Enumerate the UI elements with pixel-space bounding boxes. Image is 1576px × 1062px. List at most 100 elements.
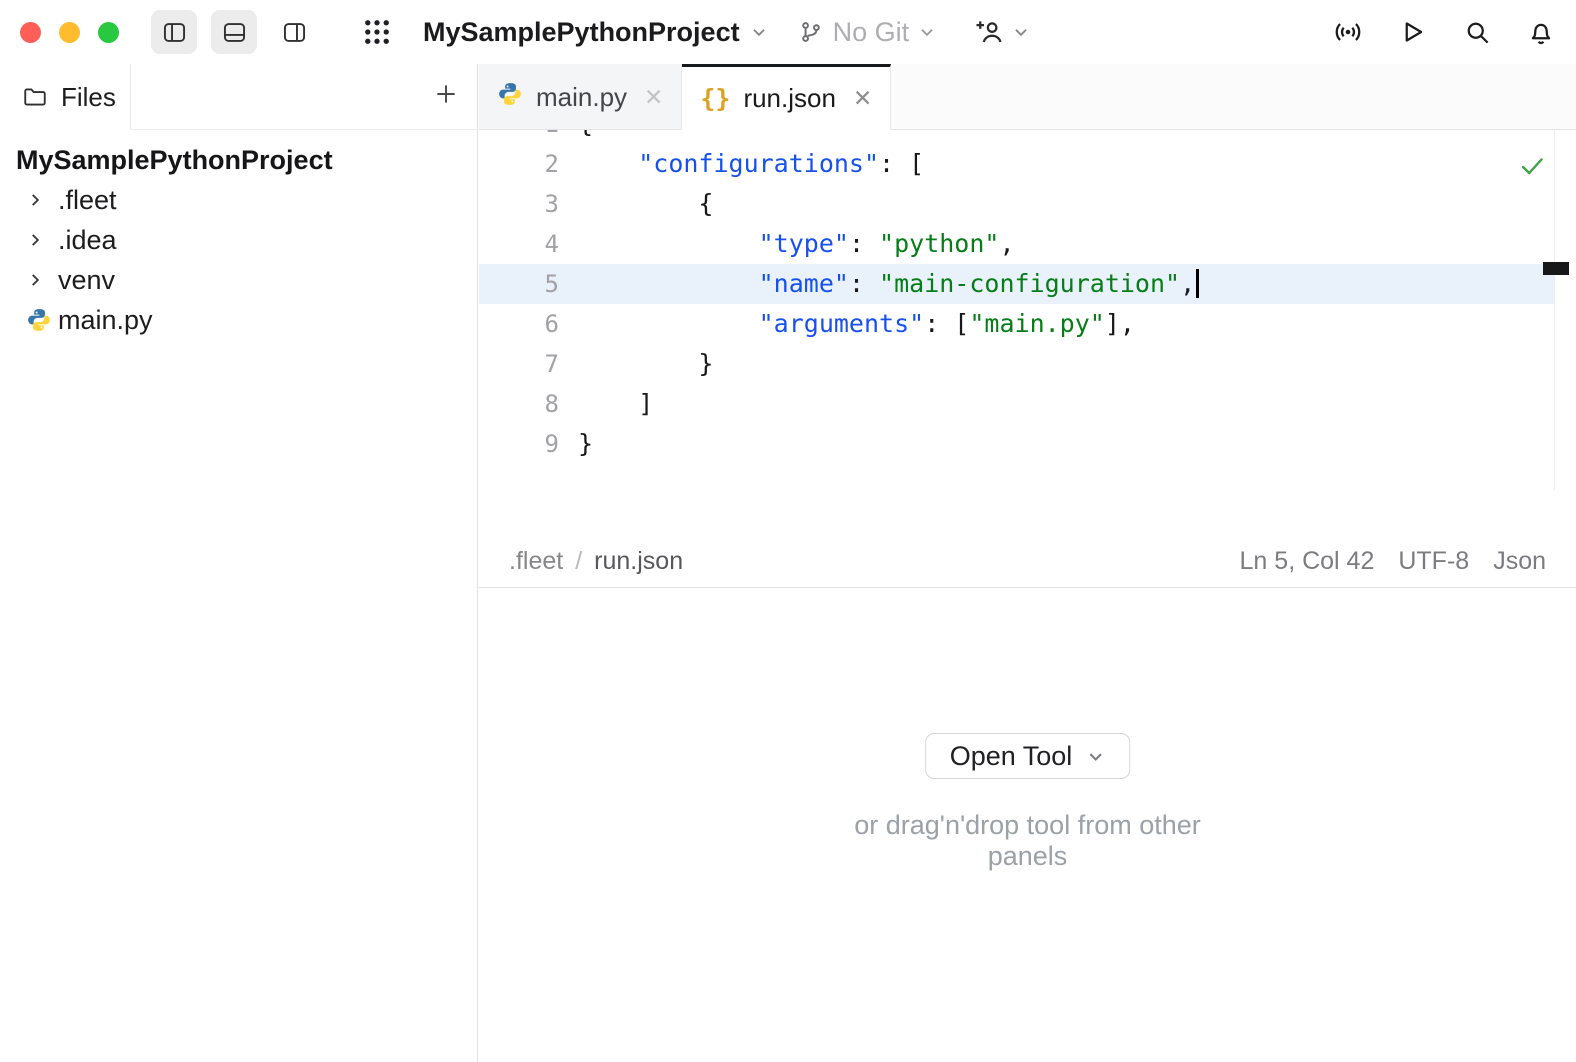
- file-tree-item[interactable]: main.py: [0, 300, 477, 340]
- fleet-window: MySamplePythonProject No Git: [0, 0, 1576, 1062]
- line-number: 6: [479, 304, 559, 344]
- breadcrumb-file[interactable]: run.json: [594, 547, 683, 576]
- code-text: "arguments": ["main.py"],: [578, 304, 1135, 344]
- file-tree: MySamplePythonProject .fleet .idea venv …: [0, 130, 477, 340]
- project-name: MySamplePythonProject: [423, 17, 740, 48]
- tool-panel: Open Tool or drag'n'drop tool from other…: [479, 588, 1576, 1062]
- chevron-down-icon: [1012, 23, 1030, 41]
- python-icon: [497, 81, 523, 114]
- search-button[interactable]: [1462, 17, 1492, 47]
- bottom-panel-icon: [221, 19, 248, 46]
- project-switcher[interactable]: MySamplePythonProject: [423, 17, 768, 48]
- encoding-widget[interactable]: UTF-8: [1398, 547, 1469, 576]
- close-icon[interactable]: ✕: [644, 84, 663, 111]
- chevron-right-icon: [26, 191, 44, 209]
- file-tree-item[interactable]: .fleet: [0, 180, 477, 220]
- window-close-button[interactable]: [20, 22, 41, 43]
- grid-dots-icon: [362, 17, 392, 47]
- file-tree-item[interactable]: venv: [0, 260, 477, 300]
- code-line[interactable]: 2 "configurations": [: [479, 144, 1554, 184]
- file-tree-item-label: .idea: [58, 225, 117, 256]
- editor-statusbar: .fleet / run.json Ln 5, Col 42 UTF-8 Jso…: [479, 536, 1576, 588]
- toggle-right-panel-button[interactable]: [271, 10, 317, 54]
- open-tool-button[interactable]: Open Tool: [925, 733, 1131, 779]
- code-text: }: [578, 344, 713, 384]
- text-cursor: [1196, 269, 1199, 298]
- chevron-down-icon: [1086, 747, 1105, 766]
- title-bar: MySamplePythonProject No Git: [0, 0, 1576, 64]
- editor-scrollbar-track: [1554, 130, 1555, 490]
- git-branch-icon: [798, 19, 824, 45]
- caret-position-widget[interactable]: Ln 5, Col 42: [1240, 547, 1375, 576]
- broadcast-button[interactable]: [1332, 16, 1364, 48]
- code-line[interactable]: 4 "type": "python",: [479, 224, 1554, 264]
- window-zoom-button[interactable]: [98, 22, 119, 43]
- tool-panel-hint: or drag'n'drop tool from other panels: [813, 810, 1243, 872]
- line-number: 9: [479, 424, 559, 464]
- file-tree-item-label: venv: [58, 265, 115, 296]
- file-tree-item-label: main.py: [58, 305, 153, 336]
- code-line[interactable]: 8 ]: [479, 384, 1554, 424]
- code-text: ]: [578, 384, 653, 424]
- files-header-spacer: [131, 64, 477, 130]
- code-text: }: [578, 424, 593, 464]
- chevron-right-icon: [26, 231, 44, 249]
- code-line[interactable]: 6 "arguments": ["main.py"],: [479, 304, 1554, 344]
- code-line[interactable]: 5 "name": "main-configuration",: [479, 264, 1554, 304]
- line-number: 7: [479, 344, 559, 384]
- git-widget[interactable]: No Git: [798, 17, 937, 48]
- inspections-ok-icon[interactable]: [1518, 152, 1546, 185]
- editor-tab[interactable]: {} main.py ✕: [479, 64, 682, 130]
- toggle-left-panel-button[interactable]: [151, 10, 197, 54]
- run-button[interactable]: [1398, 17, 1428, 47]
- editor-tabbar: {} main.py ✕ {} run.json ✕: [479, 64, 1576, 130]
- code-text: {: [578, 184, 713, 224]
- code-line[interactable]: 9 }: [479, 424, 1554, 464]
- line-number: 4: [479, 224, 559, 264]
- chevron-right-icon: [26, 271, 44, 289]
- line-number: 5: [479, 264, 559, 304]
- right-panel-icon: [281, 19, 308, 46]
- add-file-button[interactable]: [433, 81, 459, 112]
- code-line[interactable]: 3 {: [479, 184, 1554, 224]
- chevron-down-icon: [918, 23, 936, 41]
- toggle-bottom-panel-button[interactable]: [211, 10, 257, 54]
- notifications-button[interactable]: [1526, 17, 1556, 47]
- code-text: "configurations": [: [578, 144, 924, 184]
- workspaces-grid-button[interactable]: [355, 10, 399, 54]
- language-widget[interactable]: Json: [1493, 547, 1546, 576]
- panel-toggles: [151, 10, 317, 54]
- files-panel-header: Files: [0, 64, 477, 130]
- check-icon: [1518, 152, 1546, 180]
- code-line[interactable]: 1 {: [479, 130, 1554, 144]
- add-collaborator-icon: [974, 17, 1004, 47]
- code-text: "type": "python",: [578, 224, 1015, 264]
- code-area: 1 { 2 "configurations": [ 3 { 4 "type": …: [479, 130, 1554, 464]
- json-braces-icon: {}: [700, 84, 730, 113]
- tab-files[interactable]: Files: [0, 64, 131, 130]
- play-icon: [1398, 17, 1428, 47]
- open-tool-label: Open Tool: [950, 741, 1073, 772]
- editor-scrollbar-thumb[interactable]: [1543, 262, 1569, 275]
- breadcrumb-folder[interactable]: .fleet: [509, 547, 563, 576]
- folder-icon: [22, 84, 48, 110]
- window-controls: [20, 22, 119, 43]
- window-minimize-button[interactable]: [59, 22, 80, 43]
- editor: 1 { 2 "configurations": [ 3 { 4 "type": …: [479, 130, 1576, 536]
- close-icon[interactable]: ✕: [853, 85, 872, 112]
- tab-label: run.json: [743, 83, 836, 114]
- project-root-node[interactable]: MySamplePythonProject: [0, 140, 477, 180]
- files-tab-label: Files: [61, 82, 116, 113]
- collaboration-widget[interactable]: [974, 17, 1030, 47]
- line-number: 1: [479, 130, 559, 144]
- files-panel: Files MySamplePythonProject .fleet .idea: [0, 64, 478, 1062]
- status-widgets: Ln 5, Col 42 UTF-8 Json: [1240, 547, 1546, 576]
- code-line[interactable]: 7 }: [479, 344, 1554, 384]
- editor-tab[interactable]: {} run.json ✕: [682, 64, 891, 130]
- titlebar-actions: [1332, 16, 1556, 48]
- line-number: 3: [479, 184, 559, 224]
- line-number: 2: [479, 144, 559, 184]
- file-tree-item[interactable]: .idea: [0, 220, 477, 260]
- bell-icon: [1526, 17, 1556, 47]
- left-panel-icon: [161, 19, 188, 46]
